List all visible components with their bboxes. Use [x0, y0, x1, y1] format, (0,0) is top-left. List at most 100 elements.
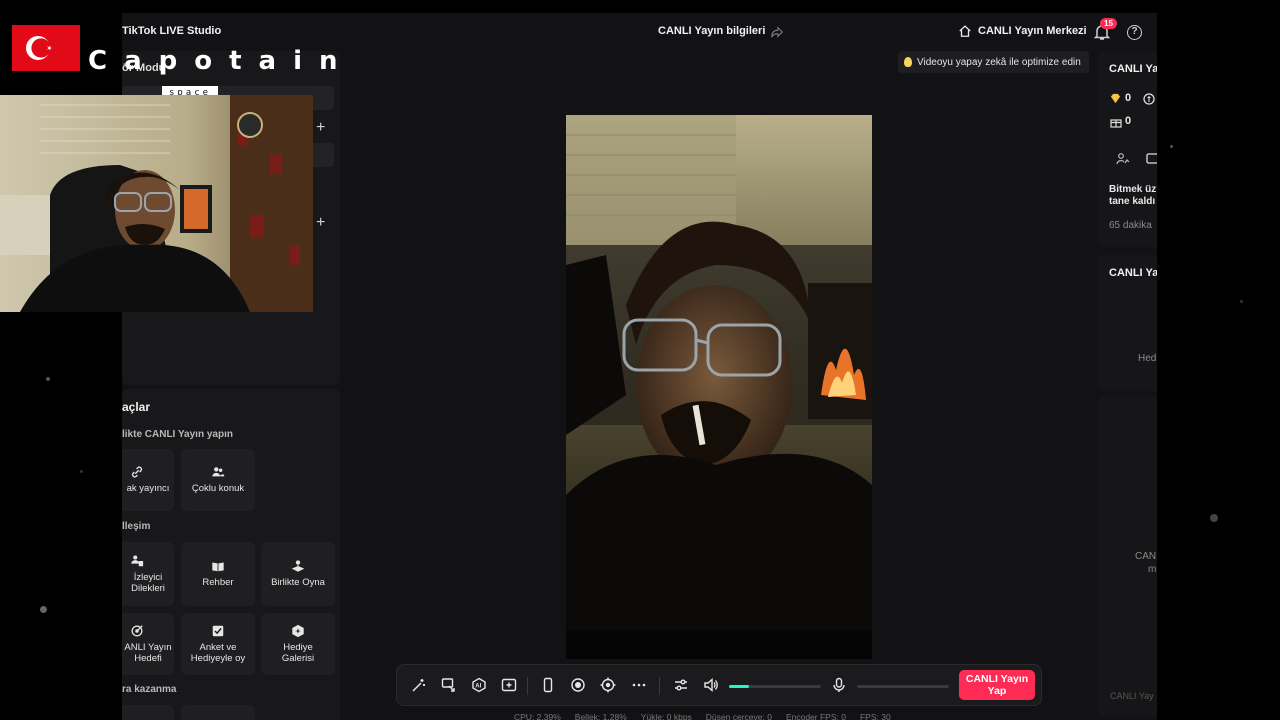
volume-slider-fill [729, 685, 750, 688]
help-icon[interactable]: ? [1127, 25, 1142, 40]
star-dot [80, 470, 83, 473]
tile-viewer-requests[interactable]: İzleyici Dilekleri [122, 542, 174, 606]
tile-label: Rehber [202, 577, 234, 589]
star-dot [1210, 514, 1218, 522]
live-stats-card [1098, 51, 1157, 247]
live-preview [566, 115, 872, 659]
minutes-remaining: 65 dakika [1109, 220, 1152, 231]
add-overlay-icon[interactable] [501, 677, 517, 693]
live-stats-title: CANLI Ya [1109, 63, 1157, 75]
gift-placeholder: Hediye [1138, 353, 1157, 364]
tile-gift-gallery[interactable]: Hediye Galerisi [261, 613, 335, 675]
sliders-icon[interactable] [673, 677, 689, 693]
control-toolbar: AI CANLI Yayın Yap [396, 664, 1042, 706]
user-trend-icon[interactable] [1116, 152, 1130, 166]
tile-live-goal[interactable]: ANLI Yayın Hedefi [122, 613, 174, 675]
speaker-icon[interactable] [703, 677, 719, 693]
tile-guide[interactable]: Rehber [181, 542, 255, 606]
gift-icon [1110, 119, 1122, 128]
status-upload: Yükle: 0 kbps [640, 712, 692, 720]
ai-optimize-label: Videoyu yapay zekâ ile optimize edin [917, 56, 1081, 68]
diamond-icon [1110, 93, 1121, 104]
book-icon [212, 562, 224, 572]
turkish-flag-icon [12, 25, 80, 71]
link-icon [132, 466, 142, 478]
coin-icon [1143, 93, 1155, 105]
ai-icon[interactable]: AI [471, 677, 487, 693]
app-title: TikTok LIVE Studio [122, 25, 222, 37]
add-scene-icon[interactable]: + [316, 119, 325, 137]
magic-wand-icon[interactable] [411, 677, 427, 693]
star-dot [40, 606, 47, 613]
notification-badge: 15 [1100, 18, 1117, 29]
gift-count: 0 [1125, 115, 1132, 127]
tile-label: ak yayıncı [126, 483, 170, 495]
add-source-icon[interactable]: + [316, 214, 325, 232]
tile-label: Anket ve Hediyeyle oy [190, 641, 246, 664]
microphone-icon[interactable] [831, 677, 847, 693]
tile-label: Hediye Galerisi [281, 641, 315, 664]
webcam-overlay [0, 95, 313, 312]
users-icon [212, 467, 225, 477]
section-interaction: lleşim [122, 521, 151, 532]
live-info-title[interactable]: CANLI Yayın bilgileri [658, 25, 765, 37]
chat-placeholder-1: CAN [1135, 551, 1157, 562]
toolbar-divider [527, 677, 528, 695]
poll-icon [212, 625, 224, 636]
tile-label: İzleyici Dilekleri [131, 571, 165, 594]
ai-optimize-tip[interactable]: Videoyu yapay zekâ ile optimize edin [898, 51, 1089, 73]
section-earn: ra kazanma [122, 684, 177, 695]
go-live-button[interactable]: CANLI Yayın Yap [959, 670, 1035, 700]
streamer-name-overlay: Capotain [88, 46, 355, 76]
volume-slider[interactable] [729, 685, 821, 688]
status-encoder-fps: Encoder FPS: 0 [785, 712, 846, 720]
go-live-label-1: CANLI Yayın [965, 673, 1029, 685]
chat-icon[interactable] [1146, 152, 1157, 166]
requests-icon [131, 555, 144, 566]
tile-poll[interactable]: Anket ve Hediyeyle oy [181, 613, 255, 675]
gifts-card-title: CANLI Yay [1109, 267, 1157, 279]
phone-icon[interactable] [540, 677, 556, 693]
star-dot [1240, 300, 1243, 303]
gamepad-icon [291, 560, 305, 573]
home-icon [959, 25, 971, 37]
diamond-count: 0 [1125, 92, 1132, 104]
live-center-button[interactable]: CANLI Yayın Merkezi [958, 24, 1087, 38]
star-dot [1170, 145, 1173, 148]
mic-slider[interactable] [857, 685, 949, 688]
status-cpu: CPU: 2.39% [514, 712, 561, 720]
tile-multi-guest[interactable]: Çoklu konuk [181, 449, 255, 511]
more-icon[interactable] [631, 677, 647, 693]
status-dropped-frames: Düşen çerçeve: 0 [705, 712, 772, 720]
finish-text-2: tane kaldı [1109, 196, 1156, 207]
status-bar: CPU: 2.39% Bellek: 1.28% Yükle: 0 kbps D… [514, 712, 891, 720]
chat-placeholder-2: m [1148, 564, 1157, 575]
focus-icon[interactable] [600, 677, 616, 693]
tile-cohost[interactable]: ak yayıncı [122, 449, 174, 511]
record-icon[interactable] [570, 677, 586, 693]
status-memory: Bellek: 1.28% [574, 712, 627, 720]
section-together: likte CANLI Yayın yapın [122, 429, 233, 440]
gallery-icon [292, 624, 304, 637]
tile-play-together[interactable]: Birlikte Oyna [261, 542, 335, 606]
tile-more[interactable] [181, 705, 255, 720]
webcam-image [0, 95, 313, 312]
screen-share-icon[interactable] [441, 677, 457, 693]
share-icon[interactable] [770, 25, 784, 39]
star-dot [46, 377, 50, 381]
tools-title: açlar [122, 400, 151, 414]
tile-label: Birlikte Oyna [271, 577, 325, 589]
lightbulb-icon [904, 57, 912, 67]
finish-text-1: Bitmek üz [1109, 184, 1157, 195]
live-center-label: CANLI Yayın Merkezi [978, 25, 1087, 37]
status-fps: FPS: 30 [859, 712, 891, 720]
chat-input-placeholder[interactable]: CANLI Yay [1110, 691, 1154, 701]
tile-label: ANLI Yayın Hedefi [124, 641, 172, 664]
tile-more[interactable] [122, 705, 174, 720]
tile-label: Çoklu konuk [191, 483, 245, 495]
go-live-label-2: Yap [987, 685, 1007, 697]
target-icon [131, 624, 143, 637]
toolbar-divider [659, 677, 660, 695]
svg-text:AI: AI [475, 684, 481, 690]
camera-feed-image [566, 115, 872, 659]
